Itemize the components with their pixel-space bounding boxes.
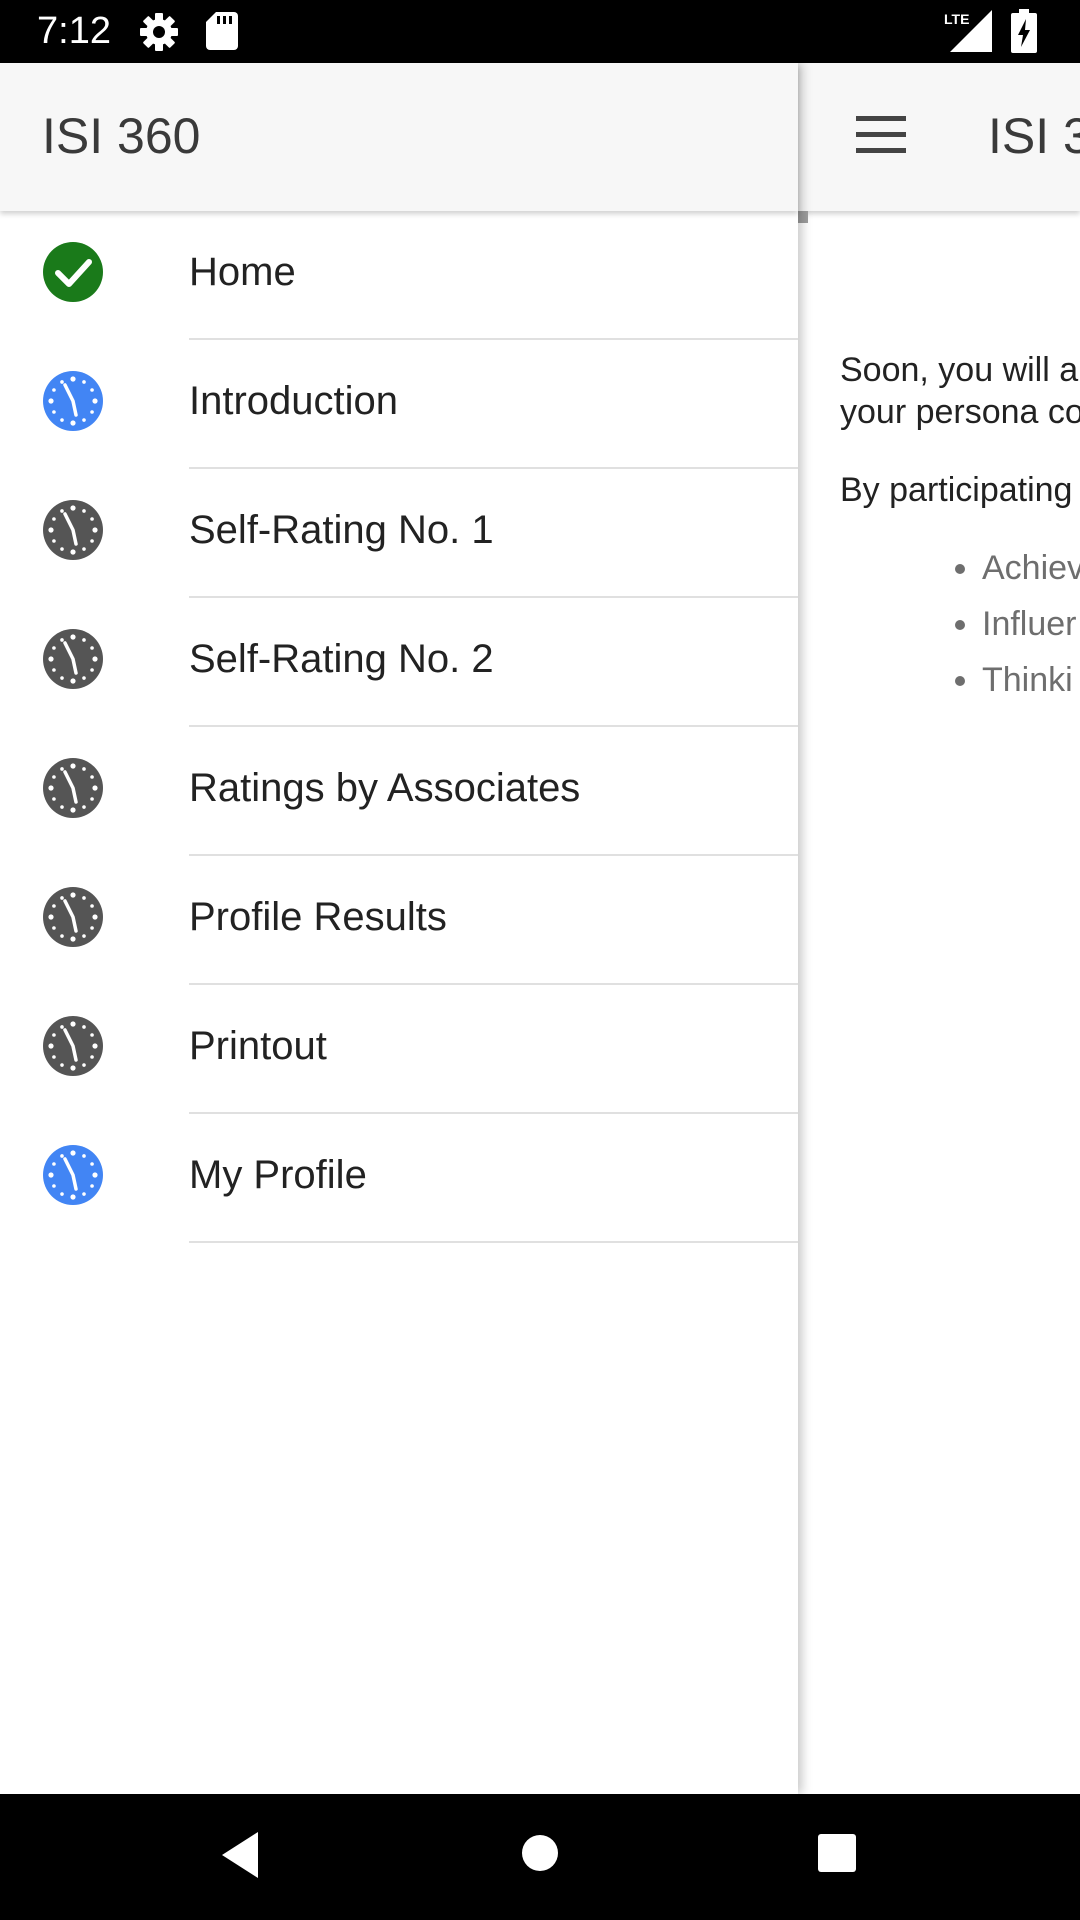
main-body: Soon, you will a Influence. Your to your… [840,349,1080,715]
list-item: Influer situati [982,603,1080,645]
drawer-item-self-rating-1[interactable]: Self-Rating No. 1 [0,469,798,598]
list-item: Achiev buildir [982,547,1080,589]
drawer-item-introduction[interactable]: Introduction [0,340,798,469]
clock-icon [43,1016,103,1076]
main-title: ISI 3 [988,108,1080,164]
drawer-item-home[interactable]: Home [0,211,798,340]
network-label: LTE [944,11,969,27]
clock-icon [43,887,103,947]
clock-icon [43,500,103,560]
main-content: ISI 3 Soon, you will a Influence. Your t… [798,63,1080,1794]
drawer-item-ratings-by-associates[interactable]: Ratings by Associates [0,727,798,856]
benefits-list: Achiev buildir Influer situati Thinki in… [840,547,1080,701]
recents-icon[interactable] [817,1833,857,1878]
gear-icon [139,12,179,57]
scroll-indicator [798,211,808,223]
drawer-list: Home Introduction Self-Rating No. 1 Self… [0,211,798,1243]
drawer-item-profile-results[interactable]: Profile Results [0,856,798,985]
participation-paragraph: By participating effectiveness a [840,471,1080,509]
drawer-item-label: Self-Rating No. 1 [189,508,494,552]
intro-paragraph: Soon, you will a Influence. Your to your… [840,351,1080,431]
divider [189,1241,798,1243]
drawer-title: ISI 360 [42,108,201,164]
clock-icon [43,629,103,689]
drawer-item-label: My Profile [189,1153,367,1197]
drawer-header: ISI 360 [0,63,798,211]
list-item: Thinki influer influer approa [982,659,1080,701]
lte-signal-icon: LTE [944,10,992,57]
drawer-item-self-rating-2[interactable]: Self-Rating No. 2 [0,598,798,727]
drawer-item-label: Home [189,250,296,294]
back-icon[interactable] [218,1829,262,1886]
battery-charging-icon [1011,9,1037,58]
drawer-item-label: Introduction [189,379,399,423]
app-screen: 7:12 LTE ISI 3 Soon, you will a your per… [0,0,1080,1920]
navigation-bar [0,1794,1080,1920]
status-bar: 7:12 LTE [0,0,1080,63]
main-app-bar: ISI 3 [798,63,1080,211]
drawer-item-label: Printout [189,1024,327,1068]
clock-icon [43,1145,103,1205]
drawer-item-my-profile[interactable]: My Profile [0,1114,798,1243]
check-circle-icon [43,242,103,302]
hamburger-menu-icon[interactable] [856,116,906,159]
home-icon[interactable] [520,1833,560,1878]
clock-icon [43,758,103,818]
clock-icon [43,371,103,431]
drawer-item-label: Profile Results [189,895,447,939]
drawer-item-printout[interactable]: Printout [0,985,798,1114]
status-time: 7:12 [37,10,111,52]
drawer-item-label: Self-Rating No. 2 [189,637,494,681]
sd-card-icon [206,12,238,55]
drawer-item-label: Ratings by Associates [189,766,581,810]
navigation-drawer: ISI 360 Home Introduction Self-Rating No… [0,63,798,1794]
